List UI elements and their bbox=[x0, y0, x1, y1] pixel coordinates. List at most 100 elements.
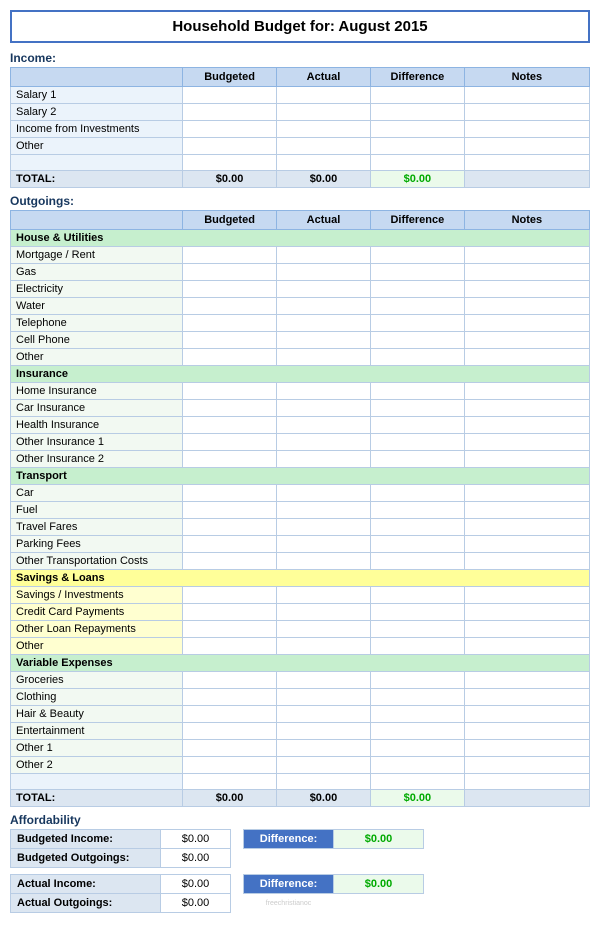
outgoings-item-row: Mortgage / Rent bbox=[11, 247, 590, 264]
outgoings-item-actual bbox=[277, 740, 371, 757]
income-row-actual bbox=[277, 104, 371, 121]
income-row-budgeted bbox=[183, 104, 277, 121]
income-row-label: Salary 2 bbox=[11, 104, 183, 121]
income-table: Budgeted Actual Difference Notes Salary … bbox=[10, 67, 590, 188]
outgoings-item-row: Other bbox=[11, 349, 590, 366]
income-empty-notes bbox=[464, 155, 589, 171]
income-row-budgeted bbox=[183, 87, 277, 104]
outgoings-item-diff bbox=[370, 485, 464, 502]
outgoings-item-row: Other Loan Repayments bbox=[11, 621, 590, 638]
outgoings-item-actual bbox=[277, 604, 371, 621]
income-col-notes: Notes bbox=[464, 68, 589, 87]
outgoings-col-notes: Notes bbox=[464, 211, 589, 230]
outgoings-item-label: Mortgage / Rent bbox=[11, 247, 183, 264]
outgoings-item-diff bbox=[370, 536, 464, 553]
outgoings-total-budgeted: $0.00 bbox=[183, 790, 277, 807]
outgoings-col-label bbox=[11, 211, 183, 230]
outgoings-item-diff bbox=[370, 706, 464, 723]
income-total-notes bbox=[464, 171, 589, 188]
outgoings-item-budgeted bbox=[183, 434, 277, 451]
afford-row-2: Budgeted Outgoings: $0.00 bbox=[11, 849, 591, 868]
outgoings-item-diff bbox=[370, 349, 464, 366]
outgoings-item-actual bbox=[277, 281, 371, 298]
outgoings-item-diff bbox=[370, 757, 464, 774]
actual-outgoings-label: Actual Outgoings: bbox=[11, 894, 161, 913]
outgoings-item-label: Credit Card Payments bbox=[11, 604, 183, 621]
outgoings-item-label: Telephone bbox=[11, 315, 183, 332]
outgoings-item-row: Other Insurance 1 bbox=[11, 434, 590, 451]
outgoings-item-notes bbox=[464, 315, 589, 332]
income-total-budgeted: $0.00 bbox=[183, 171, 277, 188]
outgoings-item-actual bbox=[277, 434, 371, 451]
affordability-section-label: Affordability bbox=[10, 813, 590, 827]
outgoings-item-row: Telephone bbox=[11, 315, 590, 332]
outgoings-item-label: Groceries bbox=[11, 672, 183, 689]
outgoings-item-row: Groceries bbox=[11, 672, 590, 689]
outgoings-header-cell: Insurance bbox=[11, 366, 590, 383]
outgoings-item-row: Fuel bbox=[11, 502, 590, 519]
income-col-actual: Actual bbox=[277, 68, 371, 87]
outgoings-item-diff bbox=[370, 553, 464, 570]
income-row-notes bbox=[464, 121, 589, 138]
outgoings-item-diff bbox=[370, 451, 464, 468]
outgoings-item-notes bbox=[464, 332, 589, 349]
outgoings-total-row: TOTAL: $0.00 $0.00 $0.00 bbox=[11, 790, 590, 807]
outgoings-item-label: Entertainment bbox=[11, 723, 183, 740]
income-row-notes bbox=[464, 138, 589, 155]
outgoings-item-notes bbox=[464, 349, 589, 366]
outgoings-item-notes bbox=[464, 740, 589, 757]
outgoings-item-diff bbox=[370, 587, 464, 604]
outgoings-item-notes bbox=[464, 723, 589, 740]
outgoings-item-notes bbox=[464, 706, 589, 723]
outgoings-item-actual bbox=[277, 298, 371, 315]
outgoings-item-budgeted bbox=[183, 757, 277, 774]
outgoings-item-actual bbox=[277, 689, 371, 706]
outgoings-item-label: Electricity bbox=[11, 281, 183, 298]
income-col-budgeted: Budgeted bbox=[183, 68, 277, 87]
outgoings-item-actual bbox=[277, 485, 371, 502]
outgoings-item-label: Car Insurance bbox=[11, 400, 183, 417]
afford-diff-value-2: $0.00 bbox=[334, 875, 424, 894]
outgoings-item-budgeted bbox=[183, 451, 277, 468]
afford-diff-value-1: $0.00 bbox=[334, 830, 424, 849]
income-empty-label bbox=[11, 155, 183, 171]
outgoings-item-diff bbox=[370, 264, 464, 281]
outgoings-item-diff bbox=[370, 740, 464, 757]
income-row: Salary 2 bbox=[11, 104, 590, 121]
outgoings-item-diff bbox=[370, 315, 464, 332]
outgoings-item-row: Gas bbox=[11, 264, 590, 281]
outgoings-item-actual bbox=[277, 519, 371, 536]
outgoings-item-notes bbox=[464, 536, 589, 553]
outgoings-item-diff bbox=[370, 383, 464, 400]
outgoings-item-budgeted bbox=[183, 485, 277, 502]
outgoings-item-diff bbox=[370, 434, 464, 451]
outgoings-item-budgeted bbox=[183, 604, 277, 621]
outgoings-item-actual bbox=[277, 383, 371, 400]
outgoings-item-diff bbox=[370, 621, 464, 638]
outgoings-item-budgeted bbox=[183, 281, 277, 298]
outgoings-item-notes bbox=[464, 621, 589, 638]
outgoings-item-notes bbox=[464, 638, 589, 655]
outgoings-item-budgeted bbox=[183, 349, 277, 366]
outgoings-item-notes bbox=[464, 587, 589, 604]
outgoings-header-cell: House & Utilities bbox=[11, 230, 590, 247]
outgoings-item-budgeted bbox=[183, 689, 277, 706]
outgoings-table: Budgeted Actual Difference Notes House &… bbox=[10, 210, 590, 807]
outgoings-section-header: Savings & Loans bbox=[11, 570, 590, 587]
outgoings-item-row: Credit Card Payments bbox=[11, 604, 590, 621]
outgoings-item-label: Other Loan Repayments bbox=[11, 621, 183, 638]
outgoings-item-actual bbox=[277, 672, 371, 689]
outgoings-item-row: Other bbox=[11, 638, 590, 655]
budgeted-outgoings-label: Budgeted Outgoings: bbox=[11, 849, 161, 868]
afford-diff-label-2: Difference: bbox=[244, 875, 334, 894]
outgoings-item-row: Electricity bbox=[11, 281, 590, 298]
outgoings-item-label: Other 1 bbox=[11, 740, 183, 757]
outgoings-item-label: Other 2 bbox=[11, 757, 183, 774]
outgoings-empty-row bbox=[11, 774, 590, 790]
outgoings-item-label: Hair & Beauty bbox=[11, 706, 183, 723]
outgoings-item-label: Other Insurance 2 bbox=[11, 451, 183, 468]
income-row: Salary 1 bbox=[11, 87, 590, 104]
outgoings-item-label: Cell Phone bbox=[11, 332, 183, 349]
afford-row-3: Actual Income: $0.00 Difference: $0.00 bbox=[11, 875, 591, 894]
outgoings-item-actual bbox=[277, 638, 371, 655]
